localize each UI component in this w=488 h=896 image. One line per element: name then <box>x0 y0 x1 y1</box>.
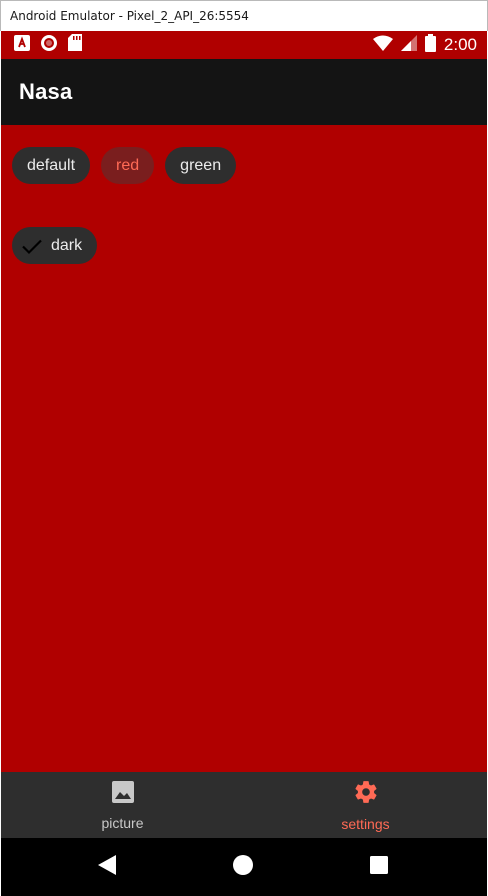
app-bar: Nasa <box>1 59 487 125</box>
nav-label-settings: settings <box>341 815 390 832</box>
sd-card-icon <box>68 34 82 56</box>
back-icon <box>98 854 116 880</box>
status-bar: 2:00 <box>1 31 487 59</box>
dark-mode-label: dark <box>51 236 83 254</box>
home-button[interactable] <box>213 838 273 896</box>
nav-item-picture[interactable]: picture <box>1 772 244 838</box>
theme-chip-red[interactable]: red <box>101 147 155 184</box>
emulator-window-title: Android Emulator - Pixel_2_API_26:5554 <box>0 0 488 31</box>
system-navigation-bar <box>1 838 487 896</box>
dark-mode-chip[interactable]: dark <box>12 227 98 264</box>
home-icon <box>233 854 253 880</box>
record-notification-icon <box>40 34 58 57</box>
battery-icon <box>424 33 436 57</box>
theme-chip-group: default red green <box>12 147 237 184</box>
settings-content: default red green dark <box>1 125 487 772</box>
bottom-navigation: picture settings <box>1 772 487 838</box>
theme-chip-green[interactable]: green <box>165 147 237 184</box>
app-notification-icon <box>14 34 30 56</box>
recents-icon <box>370 855 388 879</box>
signal-icon <box>400 34 417 56</box>
device-screen: 2:00 Nasa default red green dark picture… <box>1 31 487 896</box>
wifi-icon <box>372 35 393 56</box>
image-icon <box>111 780 135 809</box>
app-title: Nasa <box>19 79 73 104</box>
status-time: 2:00 <box>443 35 477 54</box>
nav-label-picture: picture <box>101 814 144 831</box>
nav-item-settings[interactable]: settings <box>244 772 487 838</box>
back-button[interactable] <box>77 838 137 896</box>
check-icon <box>20 234 44 258</box>
gear-icon <box>353 779 379 810</box>
recents-button[interactable] <box>349 838 409 896</box>
theme-chip-default[interactable]: default <box>12 147 91 184</box>
